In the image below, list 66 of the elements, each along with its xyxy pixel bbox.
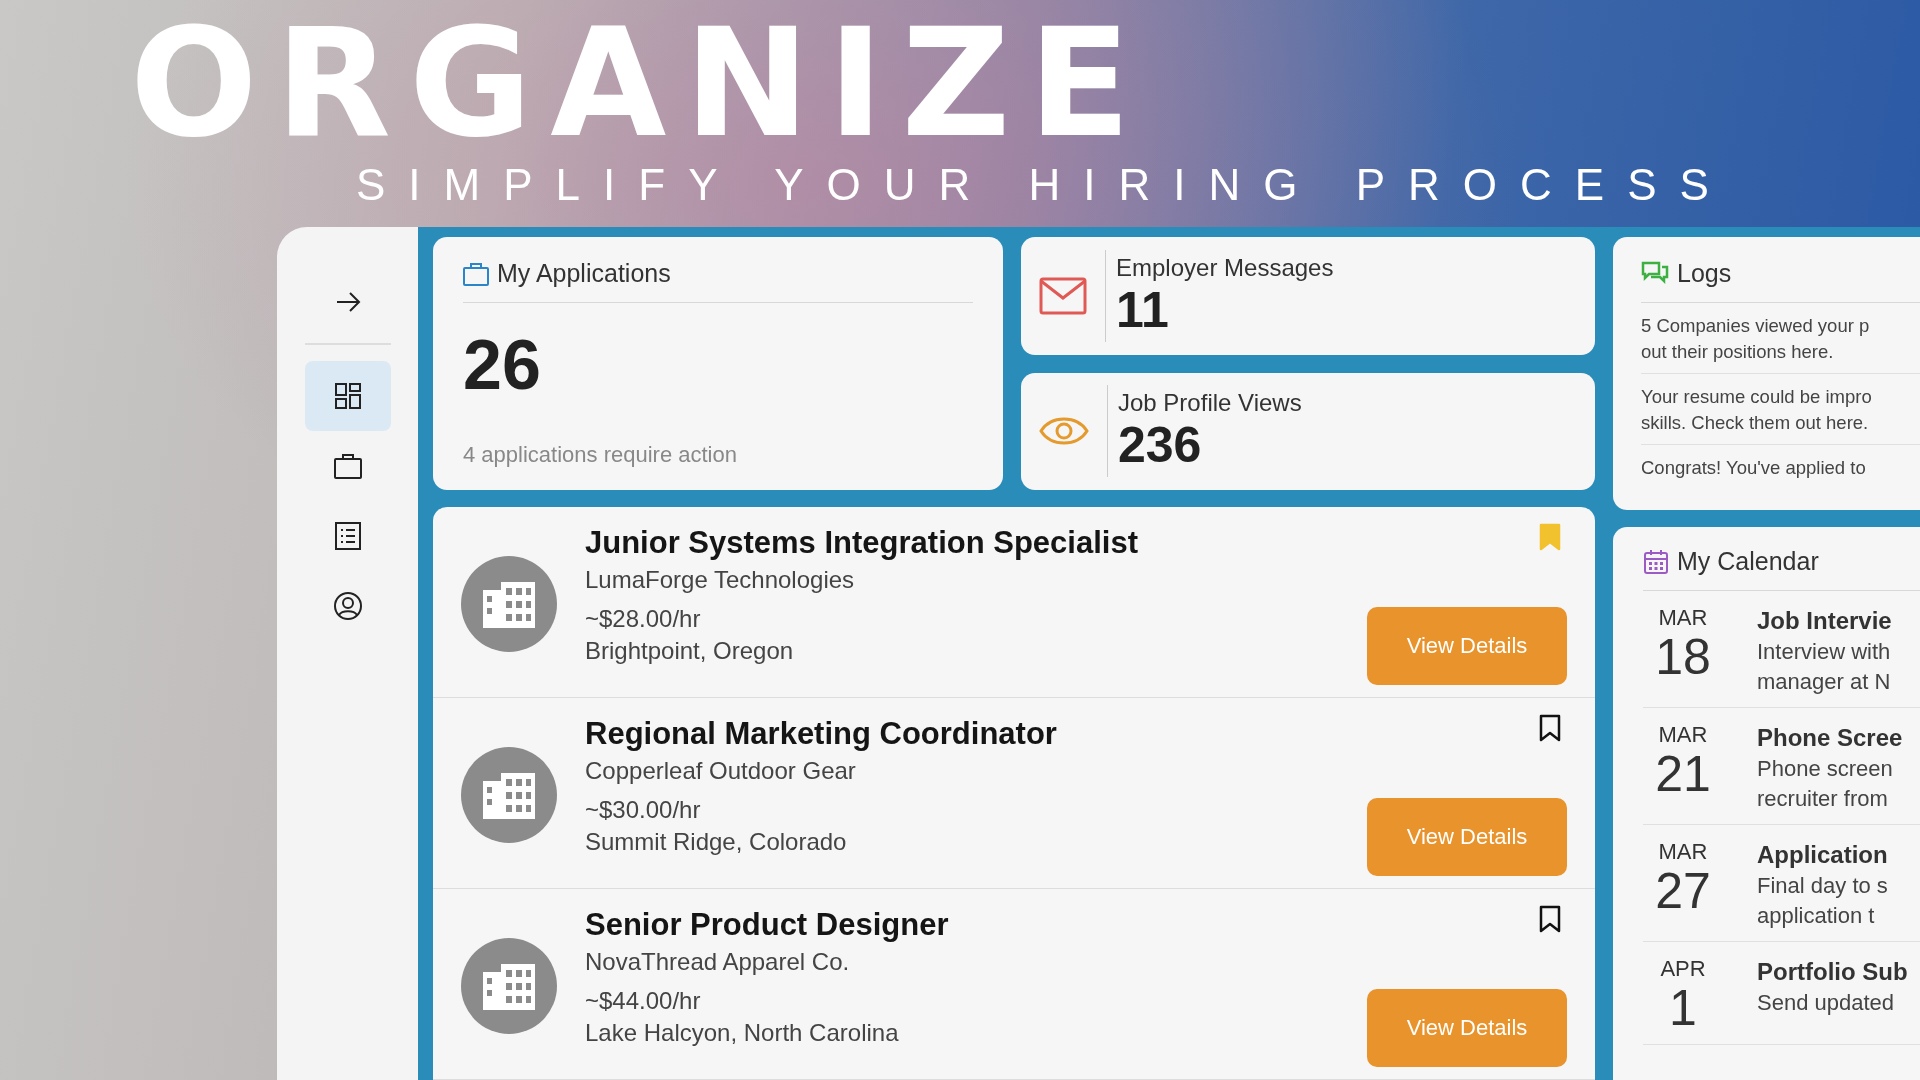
job-title: Regional Marketing Coordinator: [585, 715, 1058, 753]
log-text: out their positions here.: [1641, 340, 1835, 364]
pay-rate: ~$44.00/hr: [585, 986, 702, 1016]
bookmark-button[interactable]: [1539, 714, 1561, 742]
calendar-icon: [1643, 548, 1669, 575]
sidebar-item[interactable]: [304, 361, 391, 431]
event-title: Application: [1757, 840, 1888, 870]
briefcase-icon: [332, 451, 363, 481]
event-description: Phone screen: [1757, 755, 1894, 783]
event-title: Portfolio Sub: [1757, 957, 1908, 987]
card-title: Logs: [1677, 259, 1732, 288]
event-month: MAR: [1658, 722, 1708, 748]
card-title: My Calendar: [1677, 547, 1819, 576]
stat-value: 11: [1116, 281, 1170, 338]
event-day: 27: [1655, 865, 1711, 917]
tagline: SIMPLIFY YOUR HIRING PROCESS: [356, 160, 1733, 210]
bookmark-icon: [1539, 714, 1561, 742]
bookmark-button[interactable]: [1539, 905, 1561, 933]
event-description: manager at N: [1757, 668, 1892, 696]
pay-rate: ~$30.00/hr: [585, 795, 702, 825]
job-location: Lake Halcyon, North Carolina: [585, 1018, 900, 1048]
building-icon: [461, 747, 557, 843]
bookmark-icon: [1539, 905, 1561, 933]
user-icon: [332, 591, 363, 621]
company-name: NovaThread Apparel Co.: [585, 947, 851, 977]
stat-value: 236: [1118, 417, 1203, 474]
envelope-icon: [1039, 276, 1087, 315]
building-icon: [461, 938, 557, 1034]
event-month: MAR: [1658, 839, 1708, 865]
stat-label: Employer Messages: [1116, 253, 1334, 282]
event-month: APR: [1660, 956, 1706, 982]
dashboard-icon: [332, 381, 363, 411]
briefcase-icon: [463, 261, 489, 286]
event-title: Job Intervie: [1757, 606, 1892, 636]
event-description: Final day to s: [1757, 872, 1888, 900]
list-icon: [332, 521, 363, 551]
action-link[interactable]: 4 applications require action: [463, 442, 973, 468]
event-day: 1: [1669, 982, 1697, 1034]
log-text: Congrats! You've applied to: [1641, 456, 1867, 480]
view-details-button[interactable]: View Details: [1367, 798, 1567, 876]
job-location: Summit Ridge, Colorado: [585, 827, 848, 857]
event-month: MAR: [1658, 605, 1708, 631]
event-description: application t: [1757, 902, 1876, 930]
pay-rate: ~$28.00/hr: [585, 604, 702, 634]
event-description: Interview with: [1757, 638, 1892, 666]
log-text: 5 Companies viewed your p: [1641, 314, 1871, 338]
headline: ORGANIZE: [130, 18, 1149, 148]
log-text: skills. Check them out here.: [1641, 411, 1870, 435]
building-icon: [461, 556, 557, 652]
company-name: LumaForge Technologies: [585, 565, 856, 595]
event-description: recruiter from: [1757, 785, 1889, 813]
event-description: Send updated: [1757, 989, 1896, 1017]
event-title: Phone Scree: [1757, 723, 1903, 753]
event-day: 21: [1655, 748, 1711, 800]
job-title: Senior Product Designer: [585, 906, 950, 944]
view-details-button[interactable]: View Details: [1367, 989, 1567, 1067]
job-title: Junior Systems Integration Specialist: [585, 524, 1139, 562]
company-name: Copperleaf Outdoor Gear: [585, 756, 857, 786]
applications-count: 26: [463, 325, 542, 405]
log-text: Your resume could be impro: [1641, 385, 1873, 409]
view-details-button[interactable]: View Details: [1367, 607, 1567, 685]
card-title: My Applications: [497, 259, 671, 288]
job-location: Brightpoint, Oregon: [585, 636, 795, 666]
event-day: 18: [1655, 631, 1711, 683]
stat-label: Job Profile Views: [1118, 389, 1302, 418]
bookmark-icon: [1539, 523, 1561, 551]
